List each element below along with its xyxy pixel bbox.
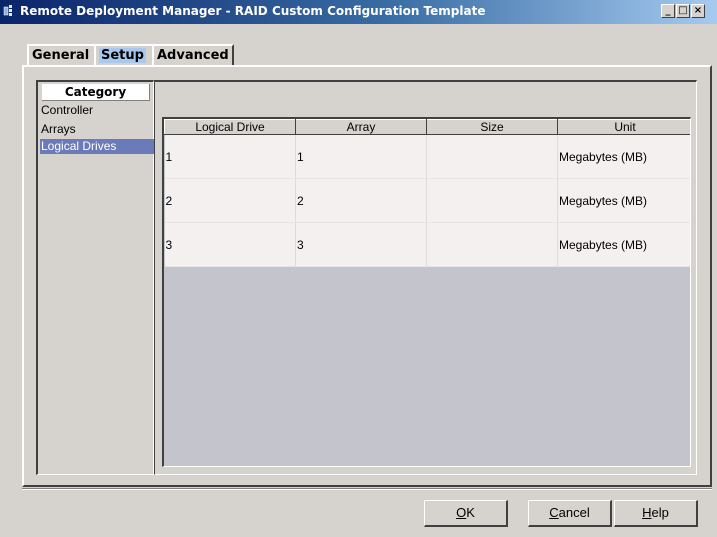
column-header-size[interactable]: Size <box>426 119 558 135</box>
ok-mnemonic: O <box>456 505 467 520</box>
cell-unit[interactable]: Megabytes (MB) <box>557 134 690 179</box>
tab-setup-label: Setup <box>99 48 146 63</box>
category-item-arrays[interactable]: Arrays <box>40 122 154 137</box>
cell-logical-drive[interactable]: 1 <box>164 134 296 179</box>
minimize-icon: _ <box>665 5 671 16</box>
category-item-controller[interactable]: Controller <box>40 103 154 118</box>
category-header: Category <box>42 84 150 101</box>
category-list[interactable]: Category Controller Arrays Logical Drive… <box>36 80 154 475</box>
ok-label: K <box>466 505 475 520</box>
logical-drives-grid: Logical Drive Array Size Unit 1 1 Megaby… <box>164 119 690 267</box>
help-label: elp <box>651 505 669 520</box>
category-item-logical-drives[interactable]: Logical Drives <box>40 139 154 154</box>
cell-size[interactable] <box>426 178 558 223</box>
window-title: Remote Deployment Manager - RAID Custom … <box>20 4 486 18</box>
help-button[interactable]: Help <box>614 500 698 527</box>
column-header-logical-drive[interactable]: Logical Drive <box>164 119 296 135</box>
tab-advanced[interactable]: Advanced <box>152 44 234 66</box>
window-titlebar[interactable]: Remote Deployment Manager - RAID Custom … <box>0 0 717 24</box>
close-button[interactable]: × <box>691 4 705 18</box>
maximize-icon: □ <box>678 5 688 16</box>
tab-general-label: General <box>32 48 90 63</box>
table-header-row: Logical Drive Array Size Unit <box>164 119 690 135</box>
cell-size[interactable] <box>426 134 558 179</box>
app-icon <box>3 5 12 16</box>
cancel-mnemonic: C <box>549 505 559 520</box>
table-row[interactable]: 2 2 Megabytes (MB) <box>164 178 690 223</box>
cancel-label: ancel <box>558 505 590 520</box>
cell-logical-drive[interactable]: 3 <box>164 222 296 267</box>
table-row[interactable]: 1 1 Megabytes (MB) <box>164 134 690 179</box>
tab-setup[interactable]: Setup <box>94 44 154 66</box>
logical-drives-table[interactable]: Logical Drive Array Size Unit 1 1 Megaby… <box>162 117 691 467</box>
ok-button[interactable]: OK <box>424 500 508 527</box>
close-icon: × <box>693 5 703 16</box>
cell-unit[interactable]: Megabytes (MB) <box>557 178 690 223</box>
minimize-button[interactable]: _ <box>661 4 675 18</box>
cell-logical-drive[interactable]: 2 <box>164 178 296 223</box>
tab-advanced-label: Advanced <box>157 48 229 63</box>
cell-unit[interactable]: Megabytes (MB) <box>557 222 690 267</box>
help-mnemonic: H <box>642 505 652 520</box>
column-header-unit[interactable]: Unit <box>557 119 690 135</box>
cell-array[interactable]: 1 <box>295 134 427 179</box>
tab-general[interactable]: General <box>27 44 96 66</box>
cell-array[interactable]: 3 <box>295 222 427 267</box>
cell-array[interactable]: 2 <box>295 178 427 223</box>
maximize-button[interactable]: □ <box>676 4 690 18</box>
cancel-button[interactable]: Cancel <box>528 500 612 527</box>
cell-size[interactable] <box>426 222 558 267</box>
footer-separator <box>22 488 712 490</box>
column-header-array[interactable]: Array <box>295 119 427 135</box>
table-row[interactable]: 3 3 Megabytes (MB) <box>164 222 690 267</box>
